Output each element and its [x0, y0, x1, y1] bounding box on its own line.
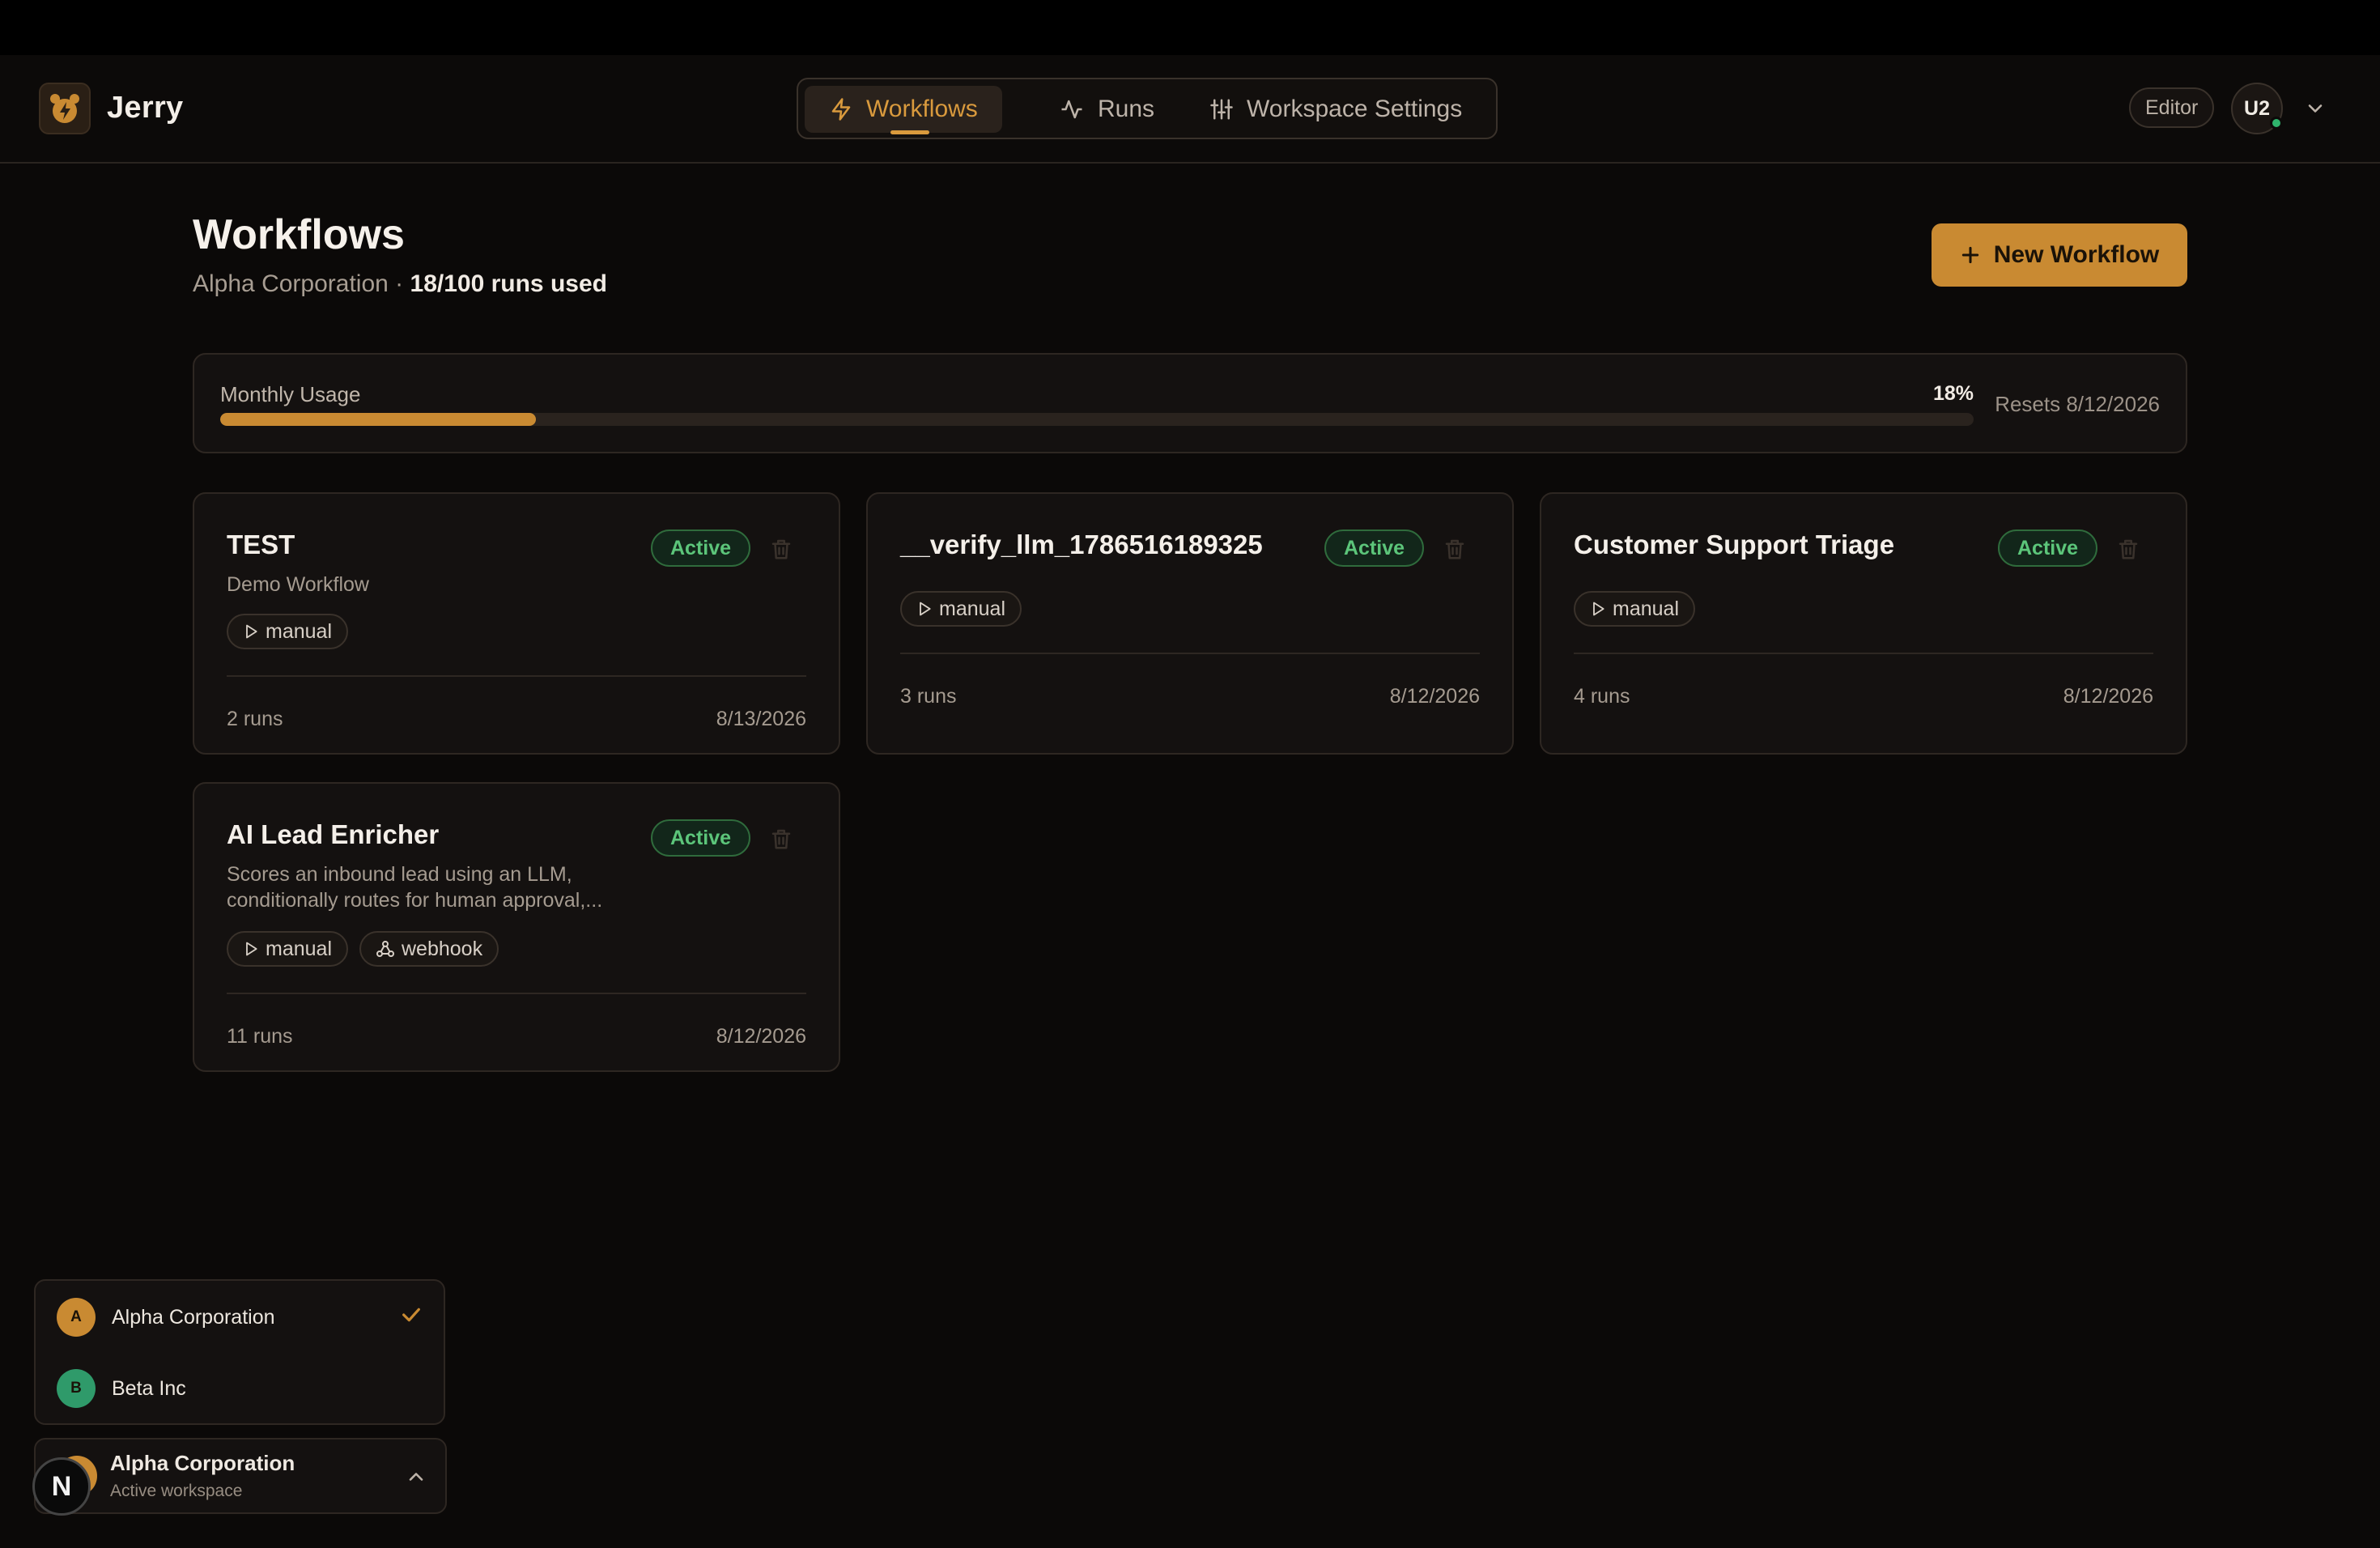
role-badge: Editor: [2129, 87, 2215, 128]
trigger-tags: manual webhook: [227, 931, 499, 967]
tab-workflows-label: Workflows: [866, 96, 978, 122]
tag-label: webhook: [402, 937, 483, 960]
workspace-option-alpha[interactable]: A Alpha Corporation: [57, 1297, 426, 1337]
usage-percent: 18%: [1932, 382, 1974, 405]
trigger-tags: manual: [900, 591, 1022, 627]
current-workspace-subtitle: Active workspace: [110, 1482, 243, 1500]
current-workspace-name: Alpha Corporation: [110, 1451, 295, 1475]
dev-tools-badge-letter: N: [51, 1470, 72, 1502]
tag-manual: manual: [1574, 591, 1695, 627]
workflow-date: 8/12/2026: [716, 1025, 806, 1048]
workflow-title: __verify_llm_1786516189325: [900, 529, 1263, 559]
card-divider: [1574, 653, 2153, 654]
trigger-tags: manual: [1574, 591, 1695, 627]
workspace-option-label: Beta Inc: [112, 1376, 186, 1400]
runs-used: 18/100 runs used: [410, 270, 607, 297]
run-count: 2 runs: [227, 708, 283, 730]
user-avatar[interactable]: U2: [2231, 83, 2283, 134]
workflow-description: Demo Workflow: [227, 573, 369, 596]
tag-label: manual: [1613, 597, 1679, 620]
workflow-card[interactable]: Customer Support Triage Active manual 4 …: [1540, 492, 2187, 755]
user-initials: U2: [2244, 96, 2270, 120]
workspace-option-label: Alpha Corporation: [112, 1305, 275, 1329]
trash-icon[interactable]: [1443, 536, 1467, 562]
status-badge: Active: [651, 819, 751, 857]
chevron-up-icon: [409, 1473, 423, 1481]
play-icon: [246, 942, 257, 956]
check-icon: [402, 1308, 420, 1322]
bolt-icon: [831, 98, 851, 121]
tag-label: manual: [266, 619, 332, 643]
new-workflow-label: New Workflow: [1993, 241, 2160, 268]
run-count: 3 runs: [900, 685, 957, 708]
workflow-date: 8/12/2026: [2063, 685, 2153, 708]
tag-label: manual: [266, 937, 332, 960]
trash-icon[interactable]: [769, 826, 793, 852]
subtitle-separator: ·: [395, 270, 404, 297]
card-divider: [227, 675, 806, 677]
workspace-switcher[interactable]: Alpha Corporation Active workspace: [34, 1438, 447, 1514]
tab-runs[interactable]: Runs: [1035, 86, 1179, 133]
workspace-dropdown-menu: A Alpha Corporation B Beta Inc: [34, 1279, 445, 1425]
run-count: 4 runs: [1574, 685, 1630, 708]
workspace-option-beta[interactable]: B Beta Inc: [57, 1368, 426, 1409]
activity-icon: [1061, 100, 1082, 119]
tag-manual: manual: [227, 614, 348, 649]
usage-progress-track: [220, 413, 1974, 426]
tab-workflows[interactable]: Workflows: [805, 86, 1002, 134]
usage-label: Monthly Usage: [220, 382, 361, 406]
app-header: Jerry Workflows Runs Workspace Settings …: [0, 55, 2380, 164]
bear-logo-icon: [50, 94, 79, 123]
tag-webhook: webhook: [359, 931, 499, 967]
play-icon: [920, 602, 931, 616]
trash-icon[interactable]: [2116, 536, 2140, 562]
usage-reset-date: Resets 8/12/2026: [1995, 392, 2160, 416]
status-badge: Active: [1324, 529, 1425, 567]
tab-workspace-settings[interactable]: Workspace Settings: [1185, 86, 1486, 133]
window-top-strip: [0, 0, 2380, 55]
status-badge: Active: [651, 529, 751, 567]
webhook-icon: [376, 941, 394, 957]
chevron-down-icon[interactable]: [2304, 97, 2327, 120]
online-status-dot: [2270, 117, 2283, 130]
workflow-card[interactable]: __verify_llm_1786516189325 Active manual…: [866, 492, 1514, 755]
workspace-initial-avatar: B: [57, 1369, 96, 1408]
workflow-date: 8/13/2026: [716, 708, 806, 730]
card-divider: [900, 653, 1480, 654]
plus-icon: [1961, 246, 1978, 264]
monthly-usage-panel: Monthly Usage 18% Resets 8/12/2026: [193, 353, 2187, 453]
workflow-title: Customer Support Triage: [1574, 529, 1895, 559]
new-workflow-button[interactable]: New Workflow: [1932, 223, 2187, 287]
play-icon: [246, 624, 257, 639]
page-subtitle: Alpha Corporation · 18/100 runs used: [193, 270, 607, 298]
app-logo[interactable]: [39, 83, 91, 134]
tab-workspace-settings-label: Workspace Settings: [1247, 96, 1463, 122]
play-icon: [1593, 602, 1604, 616]
workflow-description: Scores an inbound lead using an LLM, con…: [227, 863, 603, 912]
trigger-tags: manual: [227, 614, 348, 649]
tag-label: manual: [939, 597, 1005, 620]
app-brand: Jerry: [107, 91, 184, 125]
workflow-title: TEST: [227, 529, 295, 559]
workflow-card[interactable]: TEST Demo Workflow Active manual 2 runs …: [193, 492, 840, 755]
tab-runs-label: Runs: [1098, 96, 1155, 122]
status-badge: Active: [1998, 529, 2098, 567]
tag-manual: manual: [900, 591, 1022, 627]
card-divider: [227, 993, 806, 994]
org-name: Alpha Corporation: [193, 270, 389, 297]
page-title: Workflows: [193, 211, 405, 258]
dev-tools-badge[interactable]: N: [32, 1457, 91, 1516]
usage-progress-fill: [220, 413, 536, 426]
sliders-icon: [1210, 99, 1233, 120]
trash-icon[interactable]: [769, 536, 793, 562]
run-count: 11 runs: [227, 1025, 293, 1048]
main-nav: Workflows Runs Workspace Settings: [797, 78, 1498, 139]
tag-manual: manual: [227, 931, 348, 967]
workspace-initial-avatar: A: [57, 1298, 96, 1337]
workflow-card[interactable]: AI Lead Enricher Scores an inbound lead …: [193, 782, 840, 1072]
workflow-title: AI Lead Enricher: [227, 819, 440, 849]
workflow-date: 8/12/2026: [1389, 685, 1480, 708]
